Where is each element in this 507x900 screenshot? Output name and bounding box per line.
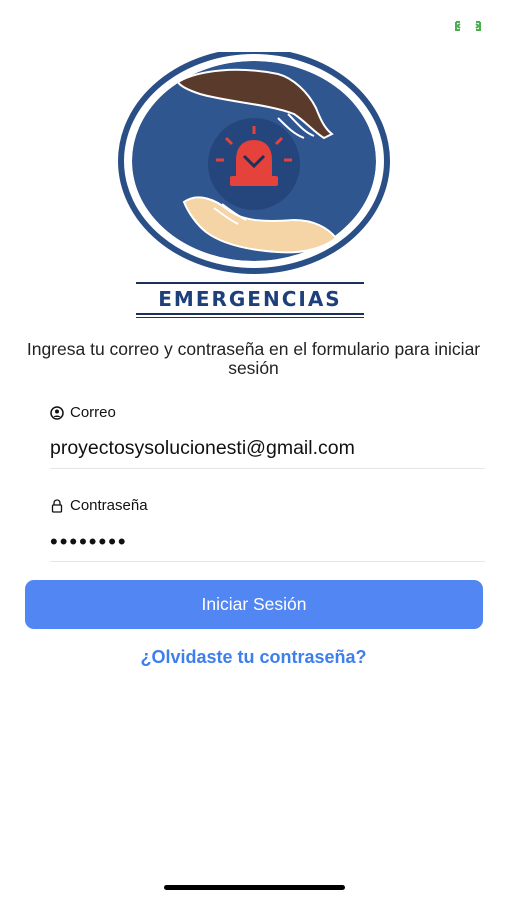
brand-name: EMERGENCIAS xyxy=(158,287,342,311)
email-field[interactable] xyxy=(50,434,485,462)
expand-arrows-icon xyxy=(455,21,481,31)
email-label-text: Correo xyxy=(70,404,116,421)
password-label: Contraseña xyxy=(50,497,148,514)
password-label-text: Contraseña xyxy=(70,497,148,514)
brand-rule-bottom xyxy=(136,313,364,315)
intro-text: Ingresa tu correo y contraseña en el for… xyxy=(26,339,481,378)
password-field[interactable] xyxy=(50,528,485,556)
email-divider xyxy=(50,468,485,469)
brand-block: EMERGENCIAS xyxy=(130,282,370,318)
home-indicator[interactable] xyxy=(164,885,345,890)
password-divider xyxy=(50,561,485,562)
forgot-password-link[interactable]: ¿Olvidaste tu contraseña? xyxy=(50,647,457,668)
user-circle-icon xyxy=(50,405,64,420)
login-button[interactable]: Iniciar Sesión xyxy=(25,580,483,629)
brand-rule-top xyxy=(136,282,364,284)
lock-icon xyxy=(51,498,63,513)
emergency-logo xyxy=(118,52,390,274)
brand-rule-bottom-thin xyxy=(136,317,364,318)
email-label: Correo xyxy=(50,404,116,421)
